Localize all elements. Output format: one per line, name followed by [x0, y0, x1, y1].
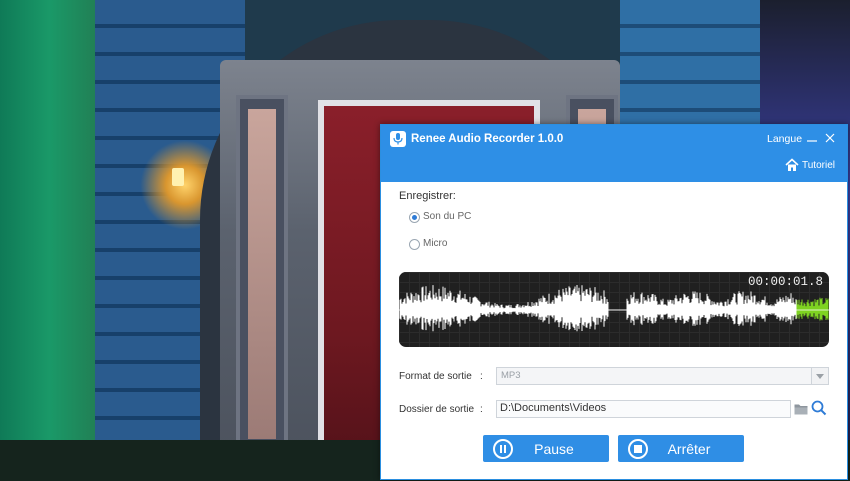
- chevron-down-icon[interactable]: [811, 368, 828, 384]
- elapsed-time: 00:00:01.8: [747, 275, 823, 289]
- close-button[interactable]: [823, 130, 837, 146]
- output-format-select[interactable]: MP3: [496, 367, 829, 385]
- output-folder-label: Dossier de sortie: [399, 404, 475, 415]
- app-title: Renee Audio Recorder 1.0.0: [411, 133, 564, 145]
- background-wall-left: [0, 0, 110, 481]
- microphone-icon: [390, 131, 406, 147]
- title-bar[interactable]: Renee Audio Recorder 1.0.0 Langue Tutori…: [381, 125, 847, 182]
- folder-icon: [794, 404, 808, 415]
- output-folder-field[interactable]: D:\Documents\Videos: [496, 400, 791, 418]
- close-icon: [825, 133, 835, 143]
- background-pillar-left: [236, 95, 288, 463]
- waveform-display: 00:00:01.8: [399, 272, 829, 347]
- stop-button[interactable]: Arrêter: [618, 435, 744, 462]
- output-folder-colon: :: [480, 404, 483, 415]
- record-section-label: Enregistrer:: [399, 190, 456, 202]
- pause-button[interactable]: Pause: [483, 435, 609, 462]
- recorder-window: Renee Audio Recorder 1.0.0 Langue Tutori…: [380, 124, 848, 480]
- radio-selected-icon[interactable]: [409, 212, 420, 223]
- output-format-value: MP3: [501, 370, 521, 381]
- pause-button-label: Pause: [534, 441, 574, 457]
- browse-folder-button[interactable]: [811, 400, 827, 416]
- output-format-label: Format de sortie: [399, 371, 472, 382]
- open-folder-button[interactable]: [794, 402, 808, 415]
- output-format-colon: :: [480, 371, 483, 382]
- radio-unselected-icon[interactable]: [409, 239, 420, 250]
- minimize-button[interactable]: [805, 130, 819, 146]
- home-icon: [785, 158, 799, 171]
- source-micro-label: Micro: [423, 238, 448, 249]
- background-lamp: [172, 168, 184, 186]
- output-folder-value: D:\Documents\Videos: [500, 402, 607, 414]
- minimize-icon: [807, 140, 817, 142]
- source-pc-sound-label: Son du PC: [423, 211, 472, 222]
- language-menu[interactable]: Langue: [767, 131, 802, 147]
- stop-button-label: Arrêter: [667, 441, 711, 457]
- search-icon: [811, 400, 827, 416]
- tutorial-label: Tutoriel: [802, 160, 835, 171]
